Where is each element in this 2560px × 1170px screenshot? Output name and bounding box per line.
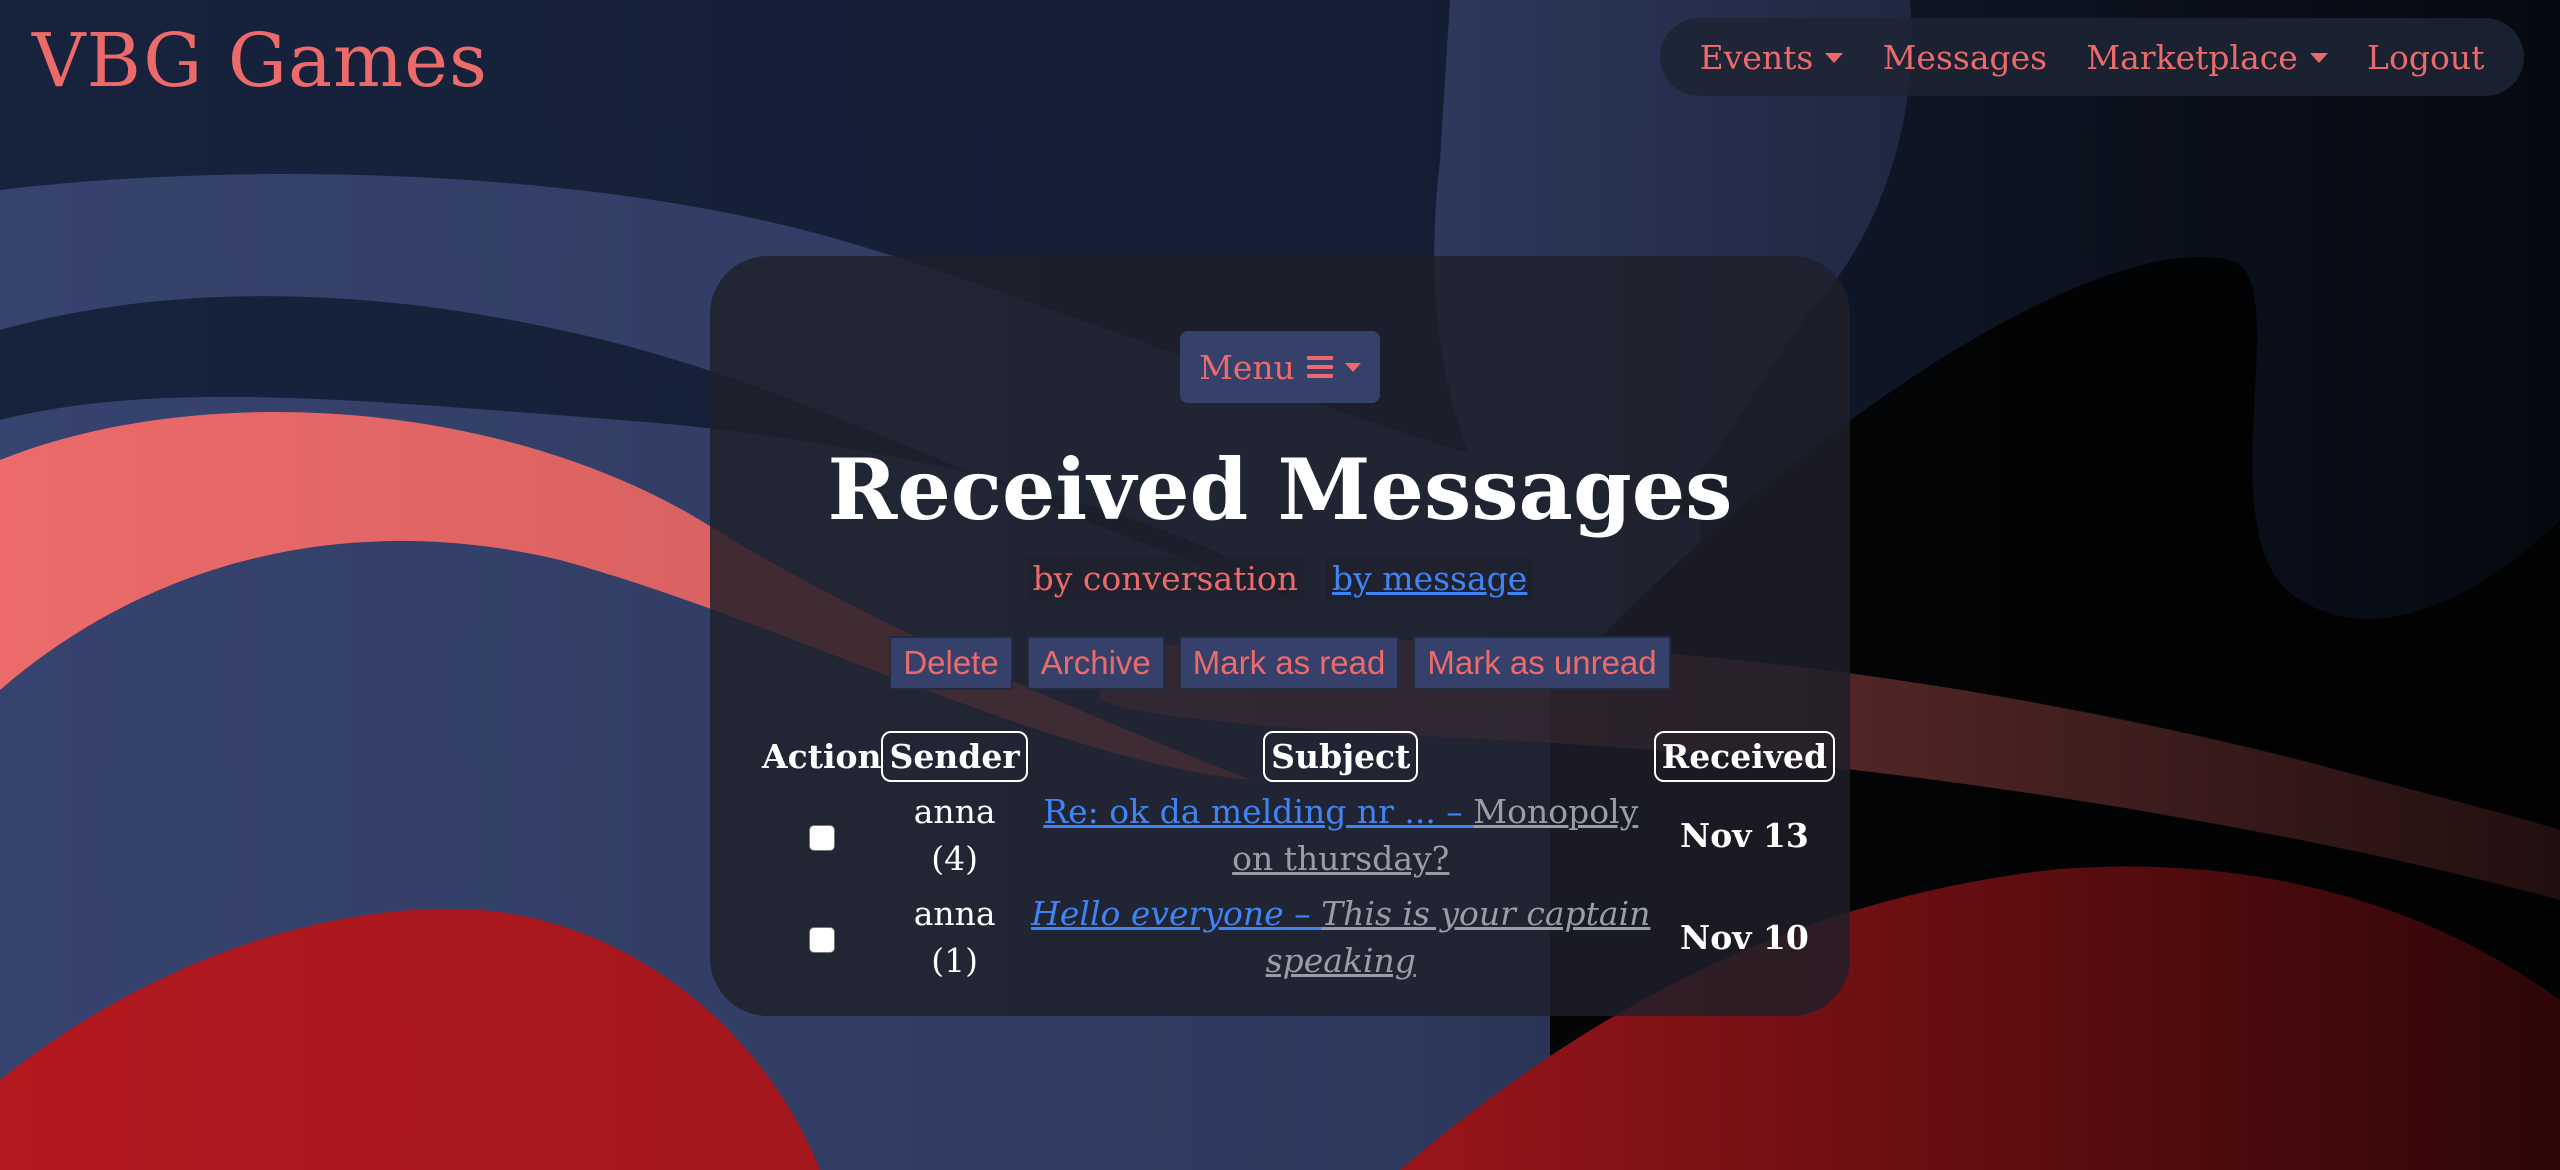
received-date: Nov 10	[1680, 917, 1809, 957]
sender-name: anna	[913, 894, 996, 933]
nav-marketplace-dropdown[interactable]: Marketplace	[2086, 37, 2328, 77]
nav-logout[interactable]: Logout	[2367, 38, 2484, 77]
nav-messages-label: Messages	[1882, 37, 2048, 77]
messages-table: Action Sender Subject Received anna (4) …	[762, 728, 1836, 988]
header-received[interactable]: Received	[1653, 728, 1836, 784]
row-select-checkbox[interactable]	[808, 926, 835, 953]
subject-separator: –	[1283, 894, 1322, 933]
message-count: (4)	[931, 839, 978, 878]
subject-preview[interactable]: This is your captain speaking	[1266, 894, 1651, 980]
archive-button[interactable]: Archive	[1026, 636, 1165, 690]
bulk-actions: Delete Archive Mark as read Mark as unre…	[710, 636, 1850, 690]
brand-logo[interactable]: VBG Games	[32, 18, 488, 104]
view-by-message-link[interactable]: by message	[1326, 557, 1534, 600]
header-subject[interactable]: Subject	[1028, 728, 1654, 784]
sender-name: anna	[913, 792, 996, 831]
nav-messages[interactable]: Messages	[1883, 38, 2047, 77]
chevron-down-icon	[1825, 53, 1844, 63]
received-date: Nov 13	[1680, 815, 1809, 855]
chevron-down-icon	[2309, 53, 2328, 63]
subject-cell[interactable]: Hello everyone – This is your captain sp…	[1028, 886, 1654, 988]
header-action: Action	[762, 736, 882, 776]
menu-button-label: Menu	[1199, 347, 1295, 387]
nav-logout-label: Logout	[2367, 37, 2485, 77]
header-sender[interactable]: Sender	[881, 728, 1028, 784]
chevron-down-icon	[1344, 362, 1361, 372]
sender-cell: anna (4)	[881, 784, 1027, 886]
delete-button[interactable]: Delete	[889, 636, 1013, 690]
menu-button[interactable]: Menu	[1180, 331, 1380, 403]
subject-separator: –	[1435, 792, 1474, 831]
page-title: Received Messages	[827, 440, 1733, 539]
view-toggle: by conversation by message	[710, 557, 1850, 600]
table-row: anna (1) Hello everyone – This is your c…	[762, 886, 1835, 988]
table-row: anna (4) Re: ok da melding nr ... – Mono…	[762, 784, 1835, 886]
mark-as-unread-button[interactable]: Mark as unread	[1413, 636, 1671, 690]
nav-events-label: Events	[1699, 37, 1814, 77]
table-header-row: Action Sender Subject Received	[762, 728, 1836, 784]
sender-cell: anna (1)	[881, 886, 1027, 988]
view-by-conversation[interactable]: by conversation	[1026, 557, 1305, 600]
row-select-checkbox[interactable]	[808, 824, 835, 851]
subject-link[interactable]: Hello everyone	[1031, 894, 1284, 933]
subject-cell[interactable]: Re: ok da melding nr ... – Monopoly on t…	[1028, 784, 1654, 886]
nav-marketplace-label: Marketplace	[2086, 37, 2298, 77]
nav-events-dropdown[interactable]: Events	[1700, 38, 1844, 77]
hamburger-icon	[1306, 356, 1333, 378]
subject-link[interactable]: Re: ok da melding nr ...	[1043, 792, 1436, 831]
message-count: (1)	[931, 941, 978, 980]
top-navbar: Events Messages Marketplace Logout	[1660, 18, 2524, 96]
mark-as-read-button[interactable]: Mark as read	[1178, 636, 1400, 690]
